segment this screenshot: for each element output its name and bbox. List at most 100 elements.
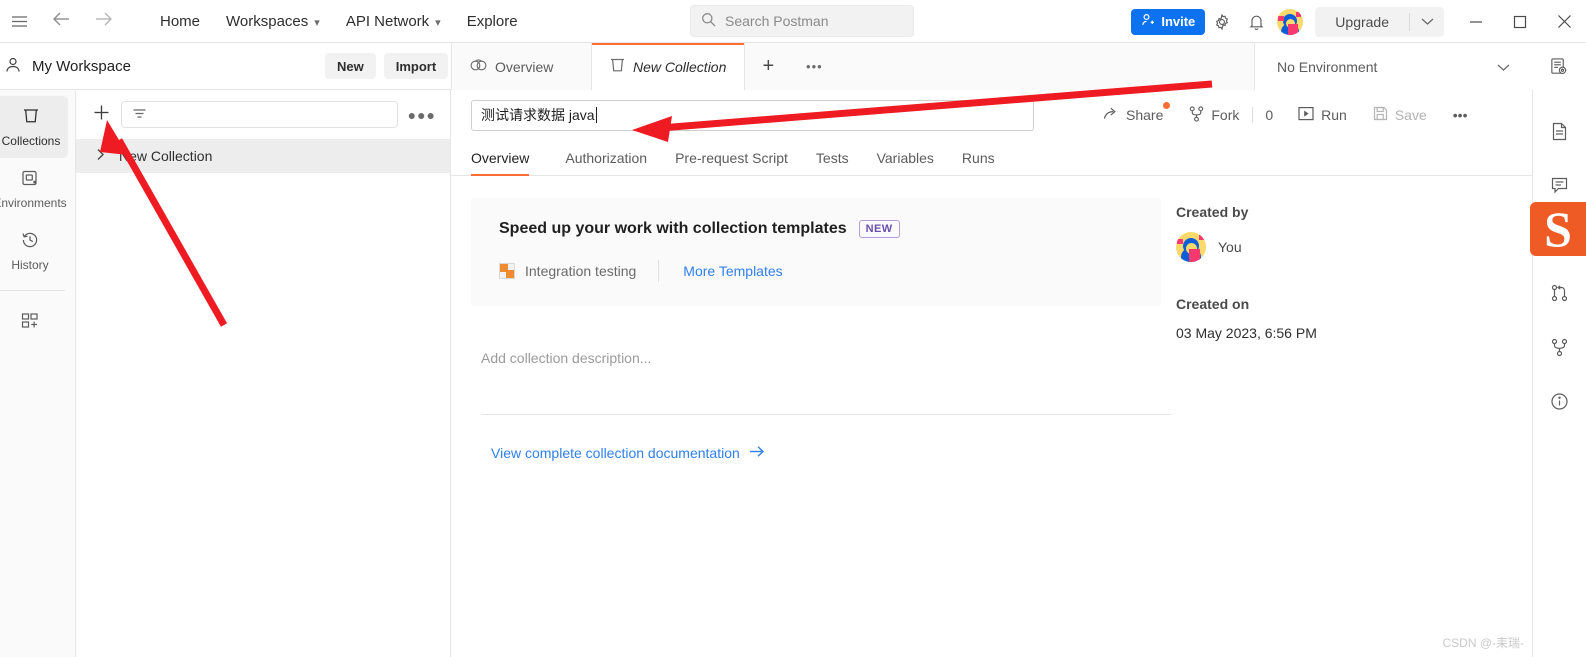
save-button[interactable]: Save bbox=[1360, 100, 1440, 130]
template-integration-testing[interactable]: Integration testing bbox=[499, 263, 658, 279]
chevron-right-icon[interactable] bbox=[96, 148, 105, 164]
maximize-button[interactable] bbox=[1498, 0, 1542, 43]
collection-name-value: 测试请求数据 java bbox=[481, 107, 595, 123]
more-options-icon: ••• bbox=[1452, 107, 1468, 123]
arrow-left-icon[interactable] bbox=[52, 11, 72, 31]
chevron-down-icon bbox=[1497, 59, 1510, 75]
arrow-right-icon[interactable] bbox=[94, 11, 114, 31]
created-by-value: You bbox=[1218, 239, 1242, 255]
invite-label: Invite bbox=[1161, 14, 1196, 29]
documentation-link-label: View complete collection documentation bbox=[491, 445, 740, 461]
sidebar-item-collections[interactable]: Collections bbox=[0, 96, 68, 158]
overview-icon bbox=[470, 58, 487, 75]
play-icon bbox=[1298, 106, 1314, 124]
tab-tests[interactable]: Tests bbox=[802, 150, 863, 175]
share-button[interactable]: Share bbox=[1090, 100, 1176, 130]
tab-strip: Overview New Collection + ••• bbox=[451, 43, 1254, 90]
collections-icon bbox=[21, 106, 41, 129]
environment-select[interactable]: No Environment bbox=[1255, 59, 1530, 75]
sidebar-item-environments[interactable]: Environments bbox=[0, 158, 68, 220]
environment-quick-look-icon[interactable] bbox=[1530, 57, 1586, 76]
sidebar-item-history[interactable]: History bbox=[0, 220, 68, 282]
tab-label: Overview bbox=[495, 58, 554, 75]
rail-label: Collections bbox=[1, 134, 61, 148]
fork-count: 0 bbox=[1265, 107, 1274, 123]
bell-icon[interactable] bbox=[1239, 5, 1273, 39]
created-on-block: Created on 03 May 2023, 6:56 PM bbox=[1176, 296, 1532, 341]
menu-item-label: Explore bbox=[466, 12, 518, 30]
user-avatar bbox=[1277, 8, 1304, 35]
gear-icon[interactable] bbox=[1205, 5, 1239, 39]
collection-description-area[interactable]: Add collection description... View compl… bbox=[471, 306, 1171, 461]
chevron-down-icon: ▾ bbox=[435, 16, 441, 29]
tab-runs[interactable]: Runs bbox=[948, 150, 1009, 175]
menu-item-home[interactable]: Home bbox=[160, 13, 200, 30]
search-input[interactable]: Search Postman bbox=[690, 5, 914, 37]
tab-overview[interactable]: Overview bbox=[471, 150, 543, 176]
rail-label: Environments bbox=[0, 196, 67, 210]
menu-item-workspaces[interactable]: Workspaces ▾ bbox=[226, 13, 320, 30]
pull-requests-icon[interactable] bbox=[1533, 266, 1586, 320]
divider bbox=[0, 290, 65, 291]
forks-icon[interactable] bbox=[1533, 320, 1586, 374]
filter-input[interactable] bbox=[121, 101, 398, 128]
more-templates-link[interactable]: More Templates bbox=[659, 263, 782, 279]
upgrade-button[interactable]: Upgrade bbox=[1315, 7, 1409, 37]
list-item[interactable]: New Collection bbox=[76, 139, 450, 173]
menu-item-api-network[interactable]: API Network ▾ bbox=[346, 13, 441, 30]
save-label: Save bbox=[1394, 107, 1427, 123]
info-icon[interactable] bbox=[1533, 374, 1586, 428]
workspace-action-buttons: New Import bbox=[325, 53, 449, 79]
collection-icon bbox=[610, 57, 625, 76]
collection-name-input[interactable]: 测试请求数据 java bbox=[471, 99, 1034, 131]
share-notification-badge bbox=[1163, 102, 1171, 109]
run-label: Run bbox=[1321, 107, 1347, 123]
overview-meta-column: Created by You Created on 03 May 2023, 6… bbox=[1146, 176, 1532, 657]
tab-variables[interactable]: Variables bbox=[863, 150, 948, 175]
collection-detail-pane: 测试请求数据 java Share Fork 0 Run Save ••• Ov… bbox=[451, 90, 1532, 657]
fork-icon bbox=[1189, 105, 1204, 125]
import-button[interactable]: Import bbox=[383, 53, 449, 79]
tab-more-options[interactable]: ••• bbox=[791, 43, 837, 90]
run-button[interactable]: Run bbox=[1285, 100, 1360, 130]
tab-authorization[interactable]: Authorization bbox=[551, 150, 661, 175]
plus-icon[interactable] bbox=[92, 103, 111, 126]
top-navigation-bar: Home Workspaces ▾ API Network ▾ Explore … bbox=[0, 0, 1586, 43]
search-icon bbox=[701, 12, 716, 30]
new-button[interactable]: New bbox=[325, 53, 376, 79]
documentation-icon[interactable] bbox=[1533, 104, 1586, 158]
avatar[interactable] bbox=[1273, 5, 1307, 39]
tab-new-collection[interactable]: New Collection bbox=[592, 43, 746, 90]
collection-subtabs: Overview Authorization Pre-request Scrip… bbox=[451, 140, 1532, 176]
invite-button[interactable]: Invite bbox=[1131, 8, 1206, 35]
workspace-name: My Workspace bbox=[32, 57, 131, 75]
created-by-label: Created by bbox=[1176, 204, 1249, 220]
promo-links: Integration testing More Templates bbox=[499, 260, 1133, 282]
templates-promo-card: Speed up your work with collection templ… bbox=[471, 198, 1161, 306]
minimize-button[interactable] bbox=[1454, 0, 1498, 43]
promo-title: Speed up your work with collection templ… bbox=[499, 220, 847, 237]
sidebar-toolbar: ●●● bbox=[76, 90, 450, 139]
chevron-down-icon[interactable] bbox=[1410, 7, 1444, 37]
collection-more-options[interactable]: ••• bbox=[1440, 100, 1481, 130]
menu-icon[interactable] bbox=[2, 13, 36, 30]
view-documentation-link[interactable]: View complete collection documentation bbox=[481, 415, 1161, 461]
created-on-value: 03 May 2023, 6:56 PM bbox=[1176, 325, 1317, 341]
more-options-icon[interactable]: ●●● bbox=[408, 107, 436, 123]
overview-content: Speed up your work with collection templ… bbox=[451, 176, 1532, 657]
history-icon bbox=[20, 230, 40, 253]
fork-button[interactable]: Fork bbox=[1176, 100, 1252, 130]
text-cursor bbox=[595, 107, 597, 123]
environment-selected-label: No Environment bbox=[1277, 58, 1378, 75]
close-button[interactable] bbox=[1542, 0, 1586, 43]
menu-item-explore[interactable]: Explore bbox=[467, 13, 518, 30]
workspace-person-icon bbox=[4, 56, 22, 77]
tab-pre-request-script[interactable]: Pre-request Script bbox=[661, 150, 802, 175]
menu-item-label: Home bbox=[160, 12, 201, 30]
new-panel-button[interactable] bbox=[0, 295, 68, 349]
tab-label: New Collection bbox=[633, 58, 727, 75]
fork-label: Fork bbox=[1211, 107, 1240, 123]
top-right-actions: Invite Upgrade bbox=[1131, 0, 1586, 43]
tab-overview[interactable]: Overview bbox=[452, 43, 592, 90]
new-tab-button[interactable]: + bbox=[745, 43, 791, 90]
